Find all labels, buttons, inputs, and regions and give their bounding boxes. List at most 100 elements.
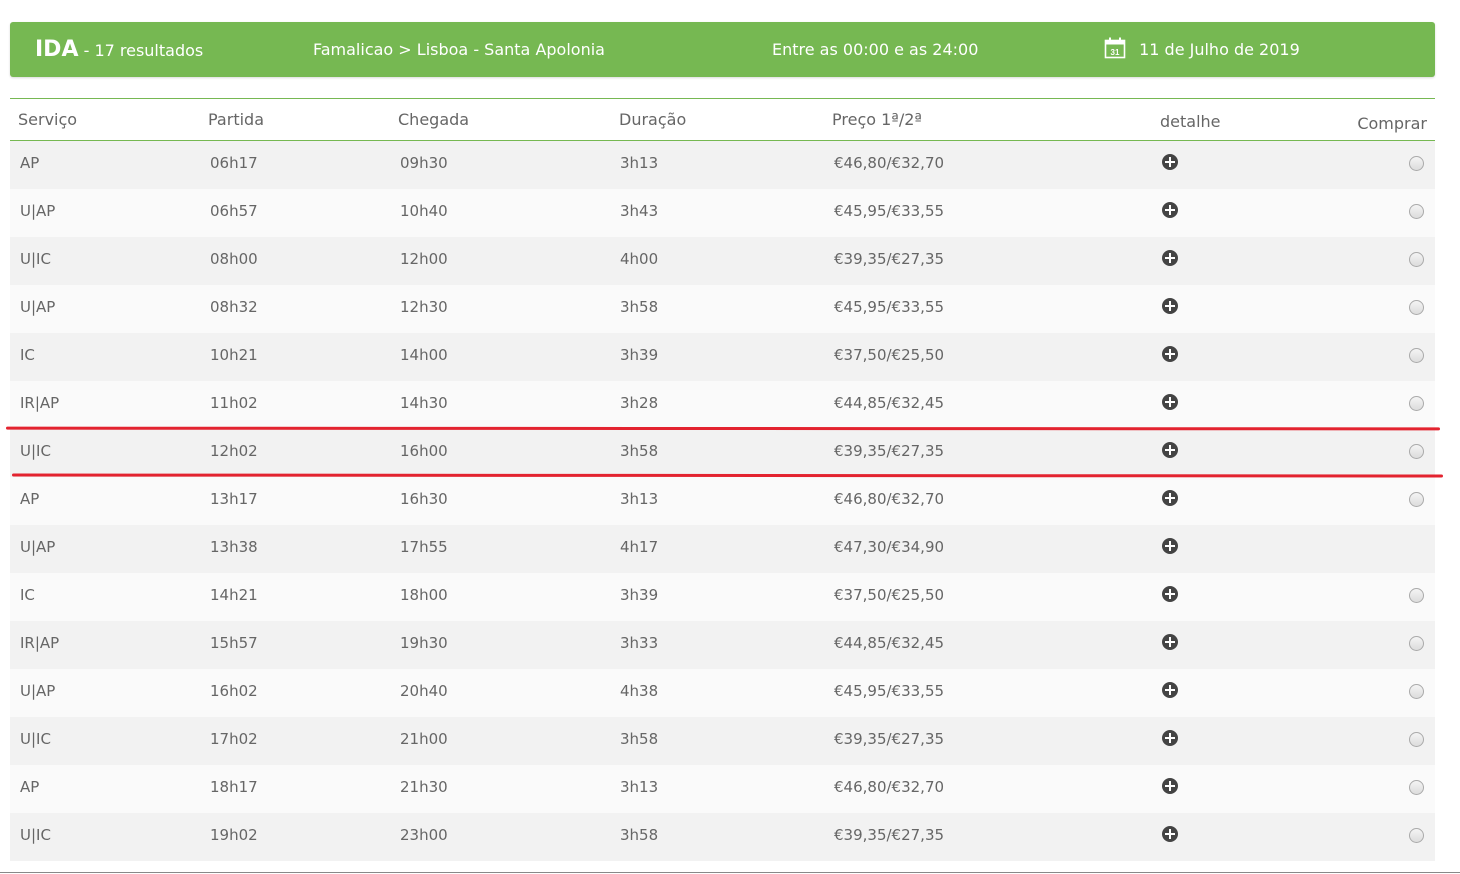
- detail-button[interactable]: [1162, 634, 1178, 654]
- radio-button-icon[interactable]: [1409, 588, 1424, 603]
- cell-partida: 16h02: [210, 682, 258, 700]
- table-row: U|IC 19h02 23h00 3h58 €39,35/€27,35: [10, 813, 1435, 861]
- detail-button[interactable]: [1162, 250, 1178, 270]
- cell-chegada: 21h00: [400, 730, 448, 748]
- radio-button-icon[interactable]: [1409, 204, 1424, 219]
- radio-button-icon[interactable]: [1409, 156, 1424, 171]
- plus-circle-icon[interactable]: [1162, 586, 1178, 602]
- radio-button-icon[interactable]: [1409, 684, 1424, 699]
- col-detalhe: detalhe: [1160, 112, 1221, 131]
- detail-button[interactable]: [1162, 730, 1178, 750]
- cell-preco: €44,85/€32,45: [834, 394, 945, 412]
- detail-button[interactable]: [1162, 346, 1178, 366]
- buy-radio[interactable]: [1409, 348, 1424, 367]
- radio-button-icon[interactable]: [1409, 252, 1424, 267]
- cell-servico: U|AP: [20, 682, 56, 700]
- cell-chegada: 21h30: [400, 778, 448, 796]
- plus-circle-icon[interactable]: [1162, 682, 1178, 698]
- buy-radio[interactable]: [1409, 684, 1424, 703]
- cell-partida: 13h38: [210, 538, 258, 556]
- buy-radio[interactable]: [1409, 588, 1424, 607]
- travel-date: 11 de Julho de 2019: [1139, 40, 1300, 59]
- plus-circle-icon[interactable]: [1162, 490, 1178, 506]
- table-row: U|AP 13h38 17h55 4h17 €47,30/€34,90: [10, 525, 1435, 573]
- buy-radio[interactable]: [1409, 156, 1424, 175]
- detail-button[interactable]: [1162, 826, 1178, 846]
- plus-circle-icon[interactable]: [1162, 394, 1178, 410]
- cell-preco: €46,80/€32,70: [834, 154, 945, 172]
- radio-button-icon[interactable]: [1409, 636, 1424, 651]
- detail-button[interactable]: [1162, 394, 1178, 414]
- cell-chegada: 12h30: [400, 298, 448, 316]
- cell-servico: U|IC: [20, 250, 51, 268]
- detail-button[interactable]: [1162, 202, 1178, 222]
- buy-radio[interactable]: [1409, 492, 1424, 511]
- time-range-label: Entre as 00:00 e as 24:00: [772, 40, 979, 59]
- detail-button[interactable]: [1162, 154, 1178, 174]
- detail-button[interactable]: [1162, 490, 1178, 510]
- buy-radio[interactable]: [1409, 300, 1424, 319]
- cell-duracao: 3h39: [620, 586, 659, 604]
- cell-partida: 19h02: [210, 826, 258, 844]
- table-row: AP 06h17 09h30 3h13 €46,80/€32,70: [10, 141, 1435, 189]
- radio-button-icon[interactable]: [1409, 396, 1424, 411]
- cell-preco: €39,35/€27,35: [834, 250, 945, 268]
- buy-radio[interactable]: [1409, 444, 1424, 463]
- cell-preco: €46,80/€32,70: [834, 490, 945, 508]
- cell-chegada: 16h00: [400, 442, 448, 460]
- detail-button[interactable]: [1162, 586, 1178, 606]
- cell-chegada: 10h40: [400, 202, 448, 220]
- cell-duracao: 3h58: [620, 730, 659, 748]
- plus-circle-icon[interactable]: [1162, 778, 1178, 794]
- cell-duracao: 3h13: [620, 154, 659, 172]
- plus-circle-icon[interactable]: [1162, 826, 1178, 842]
- radio-button-icon[interactable]: [1409, 828, 1424, 843]
- buy-radio[interactable]: [1409, 828, 1424, 847]
- results-count: - 17 resultados: [83, 41, 204, 60]
- results-header-bar: IDA - 17 resultados Famalicao > Lisboa -…: [10, 22, 1435, 77]
- table-row: IR|AP 11h02 14h30 3h28 €44,85/€32,45: [10, 381, 1435, 429]
- radio-button-icon[interactable]: [1409, 732, 1424, 747]
- detail-button[interactable]: [1162, 298, 1178, 318]
- plus-circle-icon[interactable]: [1162, 298, 1178, 314]
- plus-circle-icon[interactable]: [1162, 634, 1178, 650]
- plus-circle-icon[interactable]: [1162, 202, 1178, 218]
- detail-button[interactable]: [1162, 538, 1178, 558]
- cell-partida: 08h00: [210, 250, 258, 268]
- buy-radio[interactable]: [1409, 636, 1424, 655]
- buy-radio[interactable]: [1409, 204, 1424, 223]
- buy-radio[interactable]: [1409, 252, 1424, 271]
- col-partida[interactable]: Partida: [208, 110, 264, 129]
- detail-button[interactable]: [1162, 778, 1178, 798]
- table-row: IC 10h21 14h00 3h39 €37,50/€25,50: [10, 333, 1435, 381]
- cell-servico: U|IC: [20, 826, 51, 844]
- col-duracao[interactable]: Duração: [619, 110, 686, 129]
- cell-partida: 06h17: [210, 154, 258, 172]
- plus-circle-icon[interactable]: [1162, 442, 1178, 458]
- radio-button-icon[interactable]: [1409, 444, 1424, 459]
- buy-radio[interactable]: [1409, 396, 1424, 415]
- plus-circle-icon[interactable]: [1162, 538, 1178, 554]
- calendar-day: 31: [1111, 48, 1120, 57]
- cell-servico: U|AP: [20, 202, 56, 220]
- table-row: AP 18h17 21h30 3h13 €46,80/€32,70: [10, 765, 1435, 813]
- radio-button-icon[interactable]: [1409, 348, 1424, 363]
- detail-button[interactable]: [1162, 682, 1178, 702]
- buy-radio[interactable]: [1409, 780, 1424, 799]
- plus-circle-icon[interactable]: [1162, 346, 1178, 362]
- plus-circle-icon[interactable]: [1162, 730, 1178, 746]
- cell-servico: AP: [20, 154, 40, 172]
- radio-button-icon[interactable]: [1409, 492, 1424, 507]
- detail-button[interactable]: [1162, 442, 1178, 462]
- buy-radio[interactable]: [1409, 732, 1424, 751]
- col-servico[interactable]: Serviço: [18, 110, 77, 129]
- cell-preco: €46,80/€32,70: [834, 778, 945, 796]
- col-chegada[interactable]: Chegada: [398, 110, 469, 129]
- table-row: U|IC 17h02 21h00 3h58 €39,35/€27,35: [10, 717, 1435, 765]
- plus-circle-icon[interactable]: [1162, 154, 1178, 170]
- radio-button-icon[interactable]: [1409, 780, 1424, 795]
- plus-circle-icon[interactable]: [1162, 250, 1178, 266]
- col-preco[interactable]: Preço 1ª/2ª: [832, 110, 922, 129]
- radio-button-icon[interactable]: [1409, 300, 1424, 315]
- cell-chegada: 17h55: [400, 538, 448, 556]
